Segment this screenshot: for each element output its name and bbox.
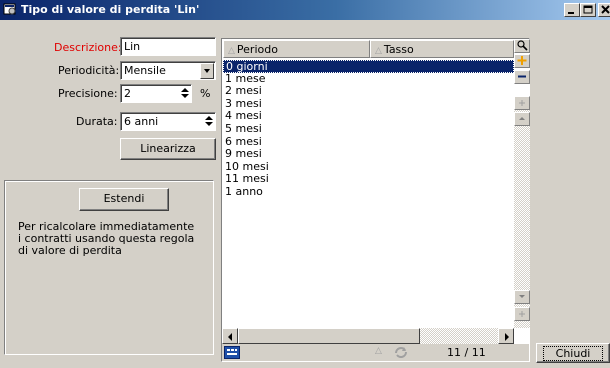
chevron-left-icon bbox=[228, 333, 232, 341]
maximize-icon bbox=[583, 5, 593, 14]
periods-list: △ Periodo △ Tasso 0 giorni 1 mese 2 mesi 3… bbox=[221, 38, 530, 362]
scroll-right-button[interactable] bbox=[498, 328, 514, 344]
minimize-button[interactable] bbox=[564, 3, 580, 17]
list-item[interactable]: 1 mese bbox=[223, 72, 514, 86]
periodicita-label: Periodicità: bbox=[58, 64, 120, 77]
refresh-icon[interactable] bbox=[393, 345, 409, 360]
precisione-value: 2 bbox=[124, 87, 131, 100]
add-button[interactable] bbox=[514, 54, 530, 68]
linearizza-button[interactable]: Linearizza bbox=[120, 138, 216, 160]
sort-arrow-icon: △ bbox=[228, 46, 235, 56]
durata-field[interactable]: 6 anni bbox=[120, 112, 216, 131]
small-add-icon bbox=[519, 100, 525, 106]
keyboard-icon[interactable] bbox=[224, 346, 240, 359]
periodicita-dropdown-button[interactable] bbox=[200, 63, 214, 79]
small-add-button[interactable] bbox=[514, 96, 530, 110]
list-item[interactable]: 3 mesi bbox=[223, 97, 514, 111]
scroll-down-icon bbox=[519, 295, 525, 298]
periodicita-select[interactable]: Mensile bbox=[120, 61, 216, 80]
durata-stepper[interactable] bbox=[204, 115, 213, 129]
remove-icon bbox=[518, 75, 526, 78]
estendi-button[interactable]: Estendi bbox=[79, 188, 169, 211]
column-header-periodo-label: Periodo bbox=[236, 43, 278, 56]
small-add-icon bbox=[519, 311, 525, 317]
precisione-unit: % bbox=[200, 87, 211, 100]
chevron-right-icon bbox=[505, 333, 509, 341]
horizontal-scroll-thumb[interactable] bbox=[238, 328, 420, 344]
column-header-tasso-label: Tasso bbox=[383, 43, 414, 56]
horizontal-scroll-track[interactable] bbox=[420, 328, 498, 344]
precisione-label: Precisione: bbox=[58, 87, 118, 100]
list-item[interactable]: 4 mesi bbox=[223, 110, 514, 123]
descrizione-field[interactable]: Lin bbox=[120, 37, 216, 56]
sort-arrow-icon: △ bbox=[375, 46, 382, 56]
precisione-field[interactable]: 2 bbox=[120, 84, 192, 103]
list-statusbar: △ 11 / 11 bbox=[222, 344, 529, 361]
list-item[interactable]: 2 mesi bbox=[223, 85, 514, 98]
small-add-bottom-button[interactable] bbox=[514, 307, 530, 321]
search-icon bbox=[517, 40, 528, 51]
list-rows: 0 giorni 1 mese 2 mesi 3 mesi 4 mesi 5 m… bbox=[223, 60, 514, 199]
window-titlebar: Tipo di valore di perdita 'Lin' bbox=[0, 0, 610, 20]
chevron-down-icon bbox=[204, 69, 210, 73]
extend-description: Per ricalcolare immediatamente i contrat… bbox=[18, 220, 195, 257]
add-icon bbox=[517, 56, 527, 65]
column-header-periodo[interactable]: △ Periodo bbox=[223, 40, 370, 58]
durata-label: Durata: bbox=[76, 115, 118, 128]
estendi-label: Estendi bbox=[103, 192, 145, 205]
chiudi-label: Chiudi bbox=[542, 346, 604, 361]
scroll-up-icon bbox=[519, 117, 525, 120]
window-title: Tipo di valore di perdita 'Lin' bbox=[21, 3, 200, 16]
durata-value: 6 anni bbox=[124, 115, 159, 128]
list-item[interactable]: 11 mesi bbox=[223, 173, 514, 186]
scroll-down-button[interactable] bbox=[514, 290, 530, 304]
periodicita-value: Mensile bbox=[124, 64, 166, 77]
scroll-left-button[interactable] bbox=[222, 328, 238, 344]
sort-indicator-icon: △ bbox=[375, 346, 382, 356]
close-button[interactable] bbox=[598, 3, 610, 17]
record-count: 11 / 11 bbox=[447, 346, 486, 359]
chiudi-button[interactable]: Chiudi bbox=[536, 343, 610, 363]
list-item[interactable]: 9 mesi bbox=[223, 148, 514, 161]
horizontal-scrollbar[interactable] bbox=[222, 328, 514, 344]
column-header-tasso[interactable]: △ Tasso bbox=[370, 40, 514, 58]
search-button[interactable] bbox=[514, 39, 530, 53]
close-icon bbox=[601, 5, 610, 14]
list-item[interactable]: 0 giorni bbox=[223, 60, 514, 73]
minimize-icon bbox=[568, 12, 574, 14]
scroll-up-button[interactable] bbox=[514, 112, 530, 126]
list-item[interactable]: 5 mesi bbox=[223, 122, 514, 136]
list-item[interactable]: 6 mesi bbox=[223, 135, 514, 149]
window-app-icon bbox=[3, 3, 16, 15]
descrizione-label: Descrizione: bbox=[54, 41, 122, 54]
descrizione-value: Lin bbox=[124, 40, 141, 53]
remove-button[interactable] bbox=[514, 70, 530, 84]
linearizza-label: Linearizza bbox=[140, 142, 196, 155]
precisione-stepper[interactable] bbox=[180, 87, 189, 101]
maximize-button[interactable] bbox=[580, 3, 596, 17]
list-item[interactable]: 1 anno bbox=[223, 185, 514, 199]
